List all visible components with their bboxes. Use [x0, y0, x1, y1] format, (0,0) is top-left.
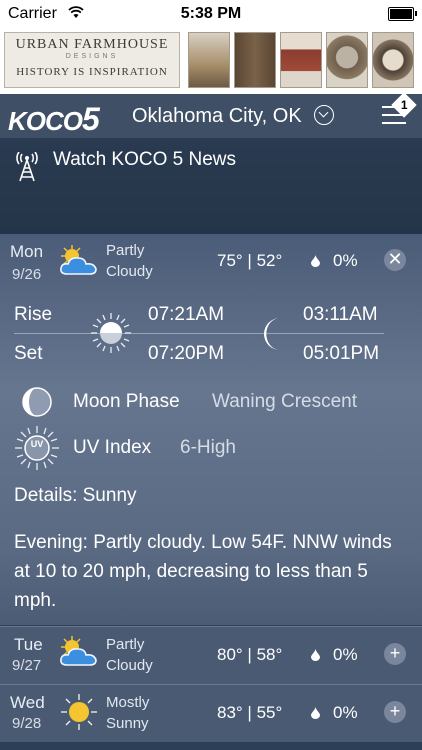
collapse-close-icon[interactable]: ✕: [384, 249, 406, 271]
day-date: 9/28: [12, 715, 42, 732]
location-chevron-down-icon[interactable]: [314, 105, 334, 125]
moonset-time: 05:01PM: [303, 343, 380, 364]
ad-tagline: HISTORY IS INSPIRATION: [16, 66, 168, 78]
condition-text: Partly Cloudy: [106, 636, 153, 674]
app-header: KOCO5 Oklahoma City, OK: [0, 94, 422, 138]
ad-image-chair: [280, 32, 322, 88]
sunny-icon: [61, 694, 97, 730]
ad-image-books: [188, 32, 230, 88]
ad-image-mirror: [326, 32, 368, 88]
partly-cloudy-icon: [60, 636, 97, 666]
ad-brand-sub: DESIGNS: [65, 53, 119, 60]
partly-cloudy-icon: [60, 245, 97, 275]
moon-phase-value: Waning Crescent: [212, 391, 358, 412]
horizon-line: [14, 333, 384, 334]
day-name: Tue: [14, 635, 43, 654]
condition-text: Mostly Sunny: [106, 694, 150, 732]
precip-chance: 0%: [333, 703, 358, 722]
precip-chance: 0%: [333, 645, 358, 664]
expand-plus-icon[interactable]: +: [384, 643, 406, 665]
status-time: 5:38 PM: [180, 5, 242, 22]
moon-phase-label: Moon Phase: [73, 391, 180, 412]
ad-banner[interactable]: URBAN FARMHOUSE DESIGNS HISTORY IS INSPI…: [0, 28, 422, 95]
uv-index-label: UV Index: [73, 437, 152, 458]
ad-brand-name: URBAN FARMHOUSE: [15, 37, 169, 52]
day-name: Wed: [10, 693, 45, 712]
condition-text: Partly Cloudy: [106, 242, 153, 280]
temperature-high-low: 83° | 55°: [217, 703, 283, 722]
precip-drop-icon: [311, 707, 320, 719]
precip-drop-icon: [311, 255, 320, 267]
moon-crescent-icon: [264, 318, 280, 350]
rise-label: Rise: [14, 304, 53, 325]
ad-brand: URBAN FARMHOUSE DESIGNS HISTORY IS INSPI…: [4, 32, 180, 88]
battery-icon: [388, 7, 417, 21]
logo-number: 5: [82, 101, 100, 137]
expand-plus-icon[interactable]: +: [384, 701, 406, 723]
sunset-time: 07:20PM: [148, 343, 225, 364]
logo-text: KOCO: [8, 106, 83, 136]
watch-news-label: Watch KOCO 5 News: [53, 149, 237, 170]
temperature-high-low: 75° | 52°: [217, 251, 283, 270]
precip-chance: 0%: [333, 251, 358, 270]
uv-icon-label: UV: [30, 439, 44, 449]
moon-phase-icon: [22, 387, 52, 417]
evening-forecast-text: Evening: Partly cloudy. Low 54F. NNW win…: [14, 532, 392, 611]
precip-drop-icon: [311, 649, 320, 661]
moonrise-time: 03:11AM: [303, 304, 378, 325]
sun-horizon-icon: [91, 313, 131, 353]
ad-image-clock: [372, 32, 414, 88]
status-bar: Carrier 5:38 PM: [0, 0, 422, 28]
watch-news-bar[interactable]: Watch KOCO 5 News: [0, 138, 422, 234]
location-label[interactable]: Oklahoma City, OK: [132, 105, 302, 128]
day-date: 9/26: [12, 266, 42, 283]
details-text: Details: Sunny: [14, 485, 137, 506]
temperature-high-low: 80° | 58°: [217, 645, 283, 664]
day-name: Mon: [10, 242, 44, 261]
ad-image-cabinet: [234, 32, 276, 88]
uv-index-value: 6-High: [180, 437, 236, 458]
set-label: Set: [14, 343, 43, 364]
koco-logo[interactable]: KOCO5: [8, 101, 100, 138]
broadcast-tower-icon: [16, 152, 38, 182]
day-date: 9/27: [12, 657, 42, 674]
sunrise-time: 07:21AM: [148, 304, 225, 325]
